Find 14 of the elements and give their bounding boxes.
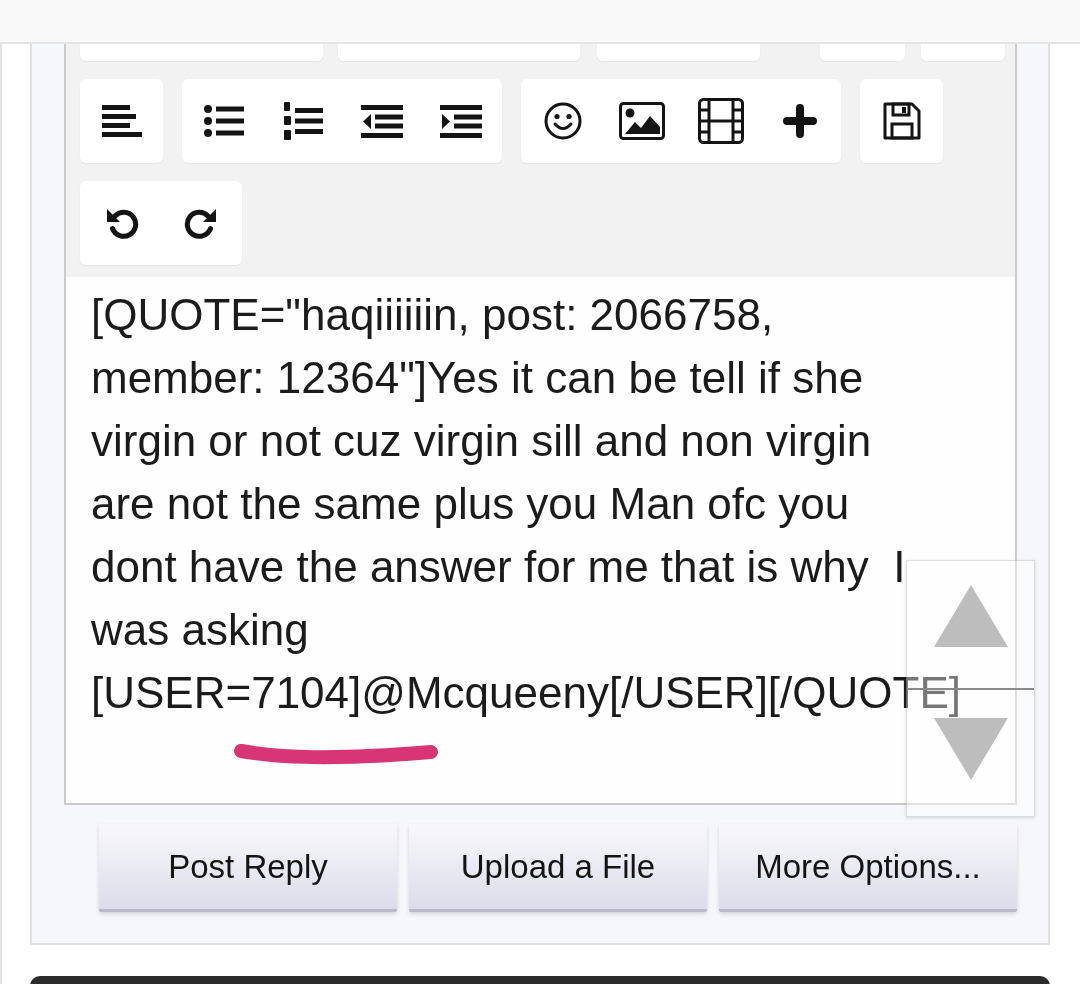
save-icon xyxy=(882,102,921,140)
action-button[interactable]: Post Reply xyxy=(99,824,397,912)
action-button[interactable]: More Options... xyxy=(719,824,1017,912)
smiley-icon xyxy=(543,102,582,140)
undo-icon xyxy=(104,206,139,240)
bullet-list-icon xyxy=(203,105,244,137)
film-icon xyxy=(697,98,744,144)
indent-icon xyxy=(439,104,482,138)
action-button[interactable]: Upload a File xyxy=(409,824,707,912)
plus-icon xyxy=(782,104,817,138)
numbered-list-icon xyxy=(282,102,323,140)
outdent-icon xyxy=(360,104,403,138)
align-left-icon xyxy=(101,105,142,137)
image-icon xyxy=(618,102,665,140)
